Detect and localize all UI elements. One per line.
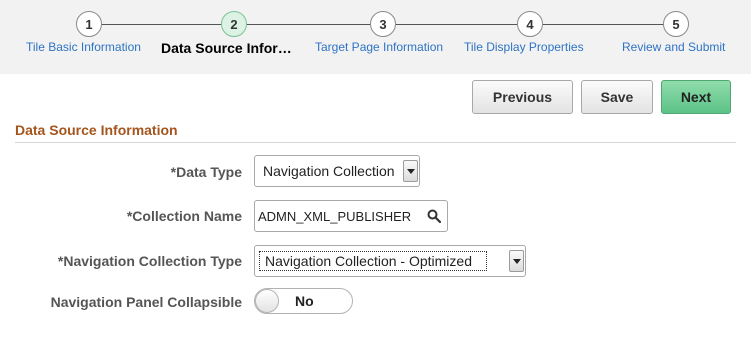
nav-collection-type-select[interactable]: Navigation Collection - Optimized: [254, 245, 526, 277]
data-type-value: Navigation Collection: [263, 163, 395, 179]
toggle-knob[interactable]: [255, 289, 279, 313]
collection-name-input[interactable]: ADMN_XML_PUBLISHER: [254, 200, 448, 232]
section-divider: [15, 142, 736, 143]
section-title: Data Source Information: [15, 122, 178, 138]
chevron-down-icon[interactable]: [403, 160, 418, 182]
nav-panel-collapsible-toggle[interactable]: No: [254, 288, 353, 314]
step-3-label[interactable]: Target Page Information: [315, 40, 443, 54]
nav-collection-type-label: *Navigation Collection Type: [57, 253, 242, 269]
toggle-value: No: [295, 293, 314, 309]
step-4-label[interactable]: Tile Display Properties: [464, 40, 584, 54]
step-1-label[interactable]: Tile Basic Information: [26, 40, 141, 54]
step-1-circle[interactable]: 1: [76, 11, 102, 37]
step-train: 1 2 3 4 5 Tile Basic Information Data So…: [0, 0, 751, 74]
search-icon[interactable]: [427, 209, 441, 223]
step-4-circle[interactable]: 4: [517, 11, 543, 37]
collection-name-label: *Collection Name: [126, 208, 242, 224]
tile-wizard-page: 1 2 3 4 5 Tile Basic Information Data So…: [0, 0, 751, 341]
save-button[interactable]: Save: [581, 80, 653, 114]
next-button[interactable]: Next: [661, 80, 731, 114]
previous-button[interactable]: Previous: [472, 80, 573, 114]
step-5-label[interactable]: Review and Submit: [622, 40, 725, 54]
collection-name-value: ADMN_XML_PUBLISHER: [258, 208, 412, 224]
chevron-down-icon[interactable]: [509, 250, 524, 272]
step-2-circle: 2: [221, 11, 247, 37]
nav-collection-type-value: Navigation Collection - Optimized: [259, 251, 487, 271]
data-type-label: *Data Type: [170, 164, 242, 180]
step-3-circle[interactable]: 3: [370, 11, 396, 37]
step-2-label: Data Source Infor…: [161, 40, 292, 56]
step-5-circle[interactable]: 5: [663, 11, 689, 37]
data-type-select[interactable]: Navigation Collection: [254, 155, 420, 187]
nav-panel-collapsible-label: Navigation Panel Collapsible: [50, 294, 242, 310]
